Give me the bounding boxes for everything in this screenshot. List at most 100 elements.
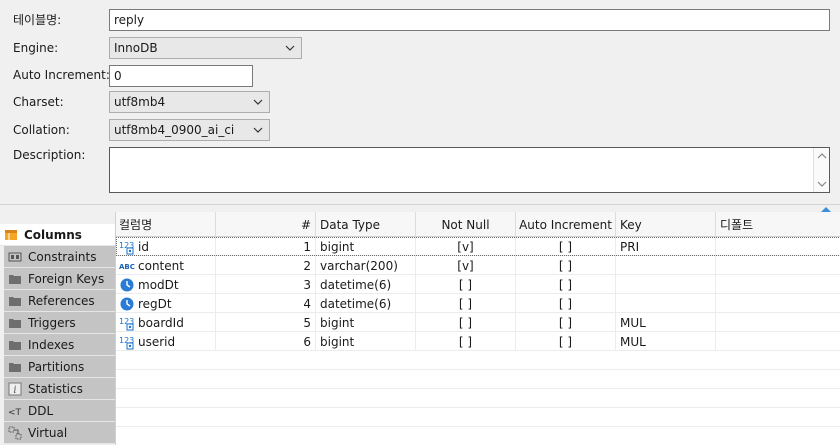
- cell-number: 2: [216, 256, 316, 275]
- cell-default[interactable]: [716, 237, 840, 256]
- tab-ddl[interactable]: <T DDL: [4, 400, 115, 422]
- cell-data-type[interactable]: bigint: [316, 313, 416, 332]
- auto-increment-input[interactable]: 0: [109, 65, 253, 87]
- cell-number: 5: [216, 313, 316, 332]
- cell-auto-increment[interactable]: [ ]: [516, 294, 616, 313]
- tab-label: References: [28, 293, 95, 308]
- engine-label: Engine:: [13, 41, 59, 55]
- tab-indexes[interactable]: Indexes: [4, 334, 115, 356]
- cell-default[interactable]: [716, 332, 840, 351]
- cell-default[interactable]: [716, 313, 840, 332]
- cell-not-null[interactable]: [v]: [416, 237, 516, 256]
- cell-auto-increment[interactable]: [ ]: [516, 313, 616, 332]
- cell-auto-increment[interactable]: [ ]: [516, 332, 616, 351]
- cell-default[interactable]: [716, 294, 840, 313]
- cell-not-null[interactable]: [ ]: [416, 313, 516, 332]
- cell-column-name[interactable]: ABC content: [116, 256, 216, 275]
- scroll-down-icon[interactable]: [817, 179, 827, 189]
- cell-data-type[interactable]: bigint: [316, 332, 416, 351]
- table-row[interactable]: regDt 4 datetime(6) [ ] [ ]: [116, 294, 840, 313]
- cell-auto-increment[interactable]: [ ]: [516, 237, 616, 256]
- folder-icon: [9, 274, 21, 284]
- cell-data-type[interactable]: bigint: [316, 237, 416, 256]
- chevron-down-icon: [253, 99, 263, 105]
- header-auto-increment[interactable]: Auto Increment: [516, 212, 616, 237]
- cell-default[interactable]: [716, 256, 840, 275]
- numeric-key-icon: 123: [119, 317, 134, 330]
- table-row[interactable]: 123 id 1 bigint [v] [ ] PRI: [116, 237, 840, 256]
- collation-label: Collation:: [13, 123, 70, 137]
- cell-data-type[interactable]: datetime(6): [316, 275, 416, 294]
- cell-auto-increment[interactable]: [ ]: [516, 256, 616, 275]
- text-type-icon: ABC: [119, 263, 135, 271]
- tab-foreign-keys[interactable]: Foreign Keys: [4, 268, 115, 290]
- table-row[interactable]: ABC content 2 varchar(200) [v] [ ]: [116, 256, 840, 275]
- chevron-down-icon: [285, 45, 295, 51]
- description-label: Description:: [13, 148, 86, 162]
- cell-column-name[interactable]: 123 userid: [116, 332, 216, 351]
- header-key[interactable]: Key: [616, 212, 716, 237]
- cell-not-null[interactable]: [ ]: [416, 294, 516, 313]
- cell-not-null[interactable]: [v]: [416, 256, 516, 275]
- tab-virtual[interactable]: Virtual: [4, 422, 115, 444]
- table-name-value: reply: [114, 13, 145, 27]
- cell-not-null[interactable]: [ ]: [416, 332, 516, 351]
- header-not-null[interactable]: Not Null: [416, 212, 516, 237]
- table-row[interactable]: 123 boardId 5 bigint [ ] [ ] MUL: [116, 313, 840, 332]
- header-number[interactable]: #: [216, 212, 316, 237]
- tab-label: DDL: [28, 403, 54, 418]
- empty-row: [116, 408, 840, 427]
- svg-text:<T: <T: [8, 408, 22, 418]
- cell-column-name[interactable]: regDt: [116, 294, 216, 313]
- cell-number: 6: [216, 332, 316, 351]
- scroll-up-icon[interactable]: [817, 151, 827, 161]
- tab-label: Statistics: [28, 381, 83, 396]
- folder-icon: [9, 362, 21, 372]
- cell-column-name[interactable]: 123 boardId: [116, 313, 216, 332]
- header-default[interactable]: 디폴트: [716, 212, 840, 237]
- charset-value: utf8mb4: [114, 95, 166, 109]
- numeric-key-icon: 123: [119, 336, 134, 349]
- table-name-input[interactable]: reply: [109, 9, 830, 31]
- tab-statistics[interactable]: i Statistics: [4, 378, 115, 400]
- tab-label: Virtual: [28, 425, 68, 440]
- description-textarea[interactable]: [109, 147, 830, 193]
- cell-column-name[interactable]: 123 id: [116, 237, 216, 256]
- header-column-name[interactable]: 컬럼명: [116, 212, 216, 237]
- charset-select[interactable]: utf8mb4: [109, 91, 270, 113]
- table-row[interactable]: 123 userid 6 bigint [ ] [ ] MUL: [116, 332, 840, 351]
- cell-auto-increment[interactable]: [ ]: [516, 275, 616, 294]
- cell-key: [616, 294, 716, 313]
- description-scrollbar[interactable]: [813, 148, 829, 192]
- empty-row: [116, 427, 840, 445]
- tab-columns[interactable]: Columns: [0, 224, 116, 246]
- tab-partitions[interactable]: Partitions: [4, 356, 115, 378]
- table-row[interactable]: modDt 3 datetime(6) [ ] [ ]: [116, 275, 840, 294]
- header-data-type[interactable]: Data Type: [316, 212, 416, 237]
- auto-increment-label: Auto Increment:: [13, 68, 110, 82]
- tab-references[interactable]: References: [4, 290, 115, 312]
- clock-icon: [120, 297, 134, 310]
- chevron-down-icon: [253, 127, 263, 133]
- empty-row: [116, 370, 840, 389]
- panel-splitter[interactable]: [0, 204, 840, 212]
- tab-triggers[interactable]: Triggers: [4, 312, 115, 334]
- engine-select[interactable]: InnoDB: [109, 37, 302, 59]
- cell-not-null[interactable]: [ ]: [416, 275, 516, 294]
- tab-label: Indexes: [28, 337, 75, 352]
- grid-header: 컬럼명 # Data Type Not Null Auto Increment …: [116, 212, 840, 237]
- editor-tabs: Columns Constraints Foreign Keys Referen…: [0, 212, 116, 445]
- columns-grid[interactable]: 컬럼명 # Data Type Not Null Auto Increment …: [115, 212, 840, 445]
- tab-label: Columns: [24, 227, 82, 242]
- collation-select[interactable]: utf8mb4_0900_ai_ci: [109, 119, 270, 141]
- info-icon: i: [8, 382, 22, 396]
- tab-constraints[interactable]: Constraints: [4, 246, 115, 268]
- collation-value: utf8mb4_0900_ai_ci: [114, 123, 235, 137]
- cell-data-type[interactable]: datetime(6): [316, 294, 416, 313]
- cell-data-type[interactable]: varchar(200): [316, 256, 416, 275]
- virtual-icon: [8, 426, 22, 439]
- empty-row: [116, 351, 840, 370]
- cell-default[interactable]: [716, 275, 840, 294]
- ddl-icon: <T: [8, 408, 22, 418]
- cell-column-name[interactable]: modDt: [116, 275, 216, 294]
